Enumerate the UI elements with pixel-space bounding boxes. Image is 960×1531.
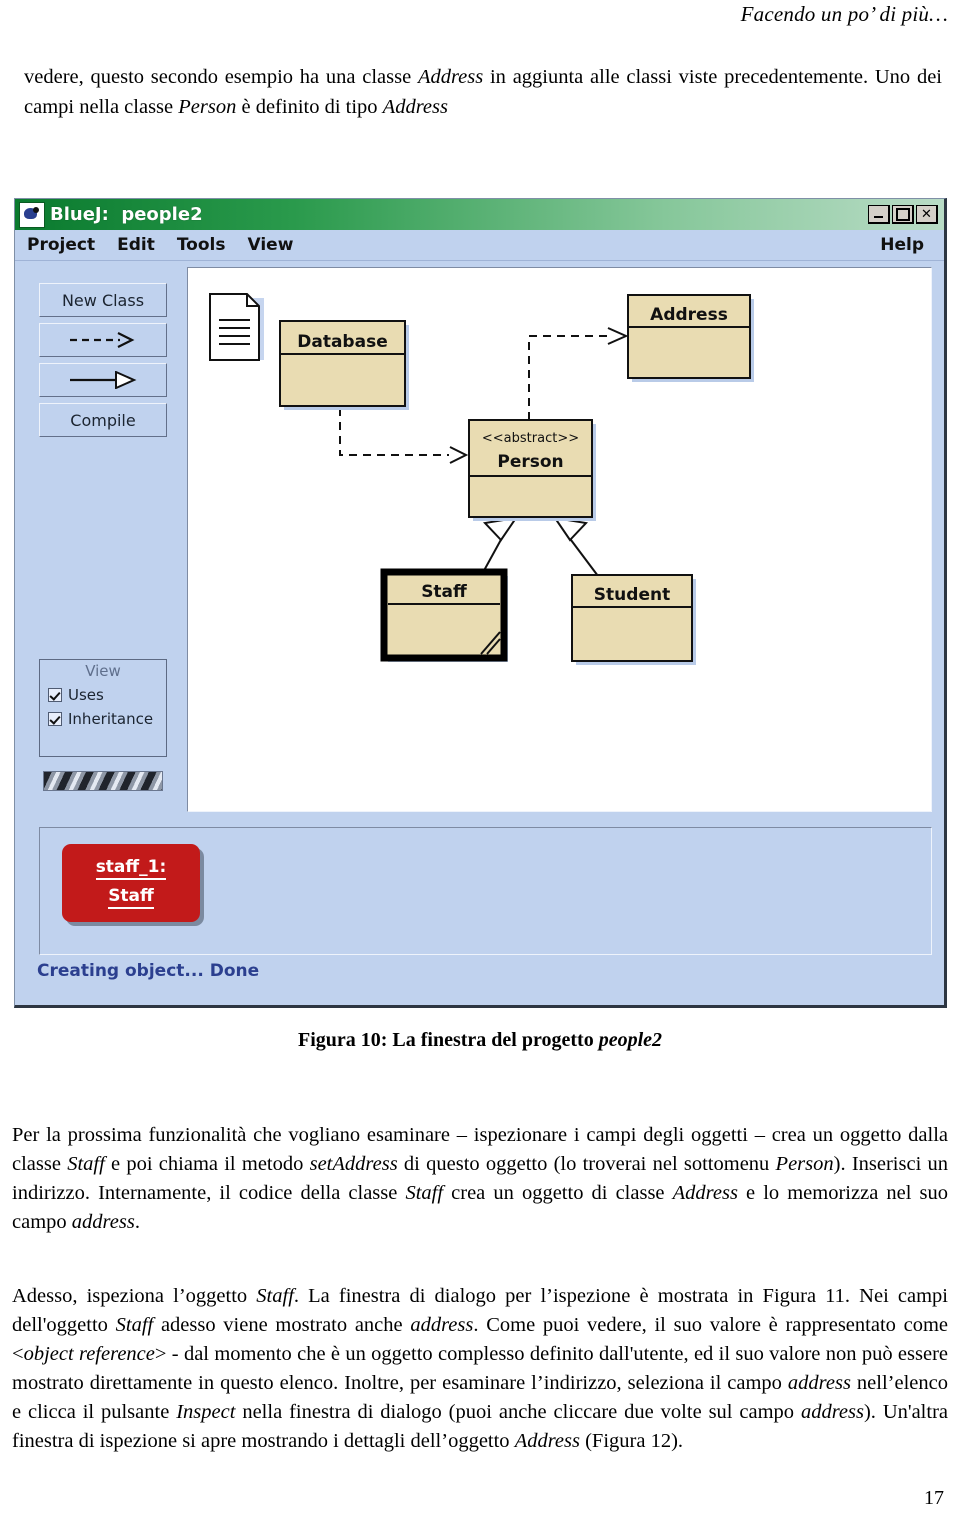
relation-inheritance-staff-person [480,516,519,577]
compile-button[interactable]: Compile [39,403,167,437]
class-box-address[interactable]: Address [627,294,754,382]
maximize-button[interactable] [892,205,914,224]
menu-view[interactable]: View [248,235,294,255]
window-title: BlueJ: people2 [50,204,203,225]
uses-arrow-button[interactable] [39,323,167,357]
close-button[interactable]: ✕ [916,205,938,224]
class-name-person: Person [497,452,563,472]
object-instance-name: staff_1: [95,857,167,880]
running-head: Facendo un po’ di più… [740,2,948,26]
activity-progress-bar [43,771,163,791]
checkbox-inheritance[interactable]: Inheritance [48,710,166,728]
object-class-name: Staff [108,886,154,909]
checkbox-uses-box[interactable] [48,688,62,702]
bluej-app-icon [19,201,45,228]
body-paragraph-2: Adesso, ispeziona l’oggetto Staff. La fi… [12,1285,949,1452]
class-name-address: Address [650,305,728,325]
relation-uses-person-address [528,327,629,420]
intro-paragraph: vedere, questo secondo esempio ha una cl… [24,66,942,118]
checkbox-uses[interactable]: Uses [48,686,166,704]
menu-bar: Project Edit Tools View Help [15,230,944,261]
body-paragraph-1: Per la prossima funzionalità che voglian… [12,1124,949,1233]
class-name-student: Student [594,585,670,605]
view-panel-title: View [85,662,121,680]
class-stereotype-person: <<abstract>> [482,431,579,446]
page-number: 17 [924,1487,944,1509]
inheritance-arrow-button[interactable] [39,363,167,397]
class-name-database: Database [297,332,387,352]
checkbox-inheritance-label: Inheritance [68,710,154,728]
class-box-student[interactable]: Student [571,574,696,665]
class-diagram: Person (uses, dashed) ======= --> Addres… [209,293,754,665]
minimize-button[interactable] [868,205,890,224]
new-class-button[interactable]: New Class [39,283,167,317]
view-options-panel: View Uses Inheritance [39,659,167,757]
object-instance-staff1[interactable]: staff_1: Staff [62,844,200,922]
relation-uses-database-person [339,408,469,464]
menu-edit[interactable]: Edit [117,235,155,255]
dashed-arrow-icon [70,332,135,348]
status-bar: Creating object... Done [37,961,260,981]
document-page: Facendo un po’ di più… vedere, questo se… [0,0,960,1531]
checkbox-inheritance-box[interactable] [48,712,62,726]
object-bench[interactable]: staff_1: Staff [39,827,932,955]
checkbox-uses-label: Uses [68,686,104,704]
class-box-database[interactable]: Database [279,320,409,410]
class-box-staff[interactable]: Staff [380,568,508,662]
bluej-window: BlueJ: people2 ✕ Project Edit Tools View… [14,198,947,1008]
menu-project[interactable]: Project [27,235,95,255]
figure-caption: Figura 10: La finestra del progetto peop… [297,1029,662,1051]
class-diagram-canvas[interactable]: Person (uses, dashed) ======= --> Addres… [187,267,932,812]
hollow-arrow-icon [70,371,137,389]
relation-inheritance-student-person [552,516,599,577]
class-box-person[interactable]: <<abstract>> Person [468,419,596,521]
window-titlebar: BlueJ: people2 ✕ [15,199,944,230]
class-name-staff: Staff [421,582,467,602]
window-controls: ✕ [868,205,942,224]
menu-help[interactable]: Help [880,235,924,255]
menu-tools[interactable]: Tools [177,235,226,255]
readme-document-icon[interactable] [209,293,264,361]
window-workarea: New Class Compile View Uses Inheritance … [15,261,944,1005]
